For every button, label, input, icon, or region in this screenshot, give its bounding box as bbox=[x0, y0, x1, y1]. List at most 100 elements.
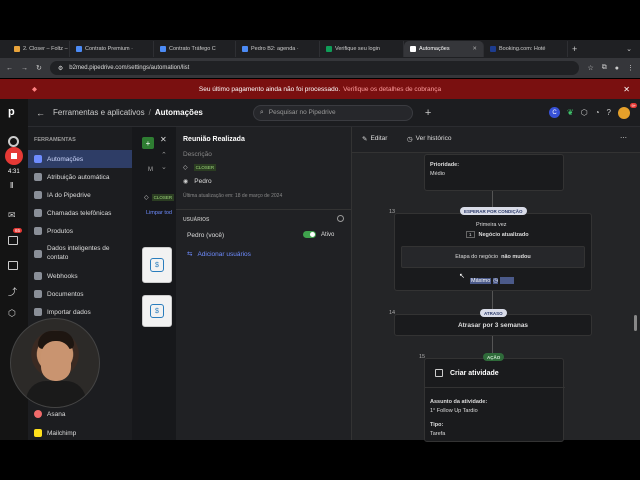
browser-menu-icon[interactable]: ⋮ bbox=[627, 64, 634, 72]
browser-tab-2[interactable]: Contrato Premium · bbox=[70, 41, 154, 57]
event-count: 1 bbox=[466, 231, 475, 238]
pipedrive-logo-icon[interactable]: p bbox=[8, 106, 15, 118]
info-icon[interactable] bbox=[337, 215, 344, 222]
pencil-icon: ✎ bbox=[362, 136, 368, 143]
close-panel-icon[interactable]: ✕ bbox=[160, 135, 167, 144]
notifications-icon[interactable]: 9+ bbox=[618, 102, 637, 119]
reload-icon[interactable]: ↻ bbox=[36, 64, 42, 72]
add-users-link[interactable]: ⇆ Adicionar usuários bbox=[187, 250, 251, 259]
mailchimp-icon bbox=[34, 429, 42, 437]
tab-favicon-icon bbox=[76, 46, 82, 52]
document-icon bbox=[34, 290, 42, 298]
browser-tab-5[interactable]: Verifique seu login bbox=[320, 41, 404, 57]
wait-condition-badge: ESPERAR POR CONDIÇÃO bbox=[460, 207, 527, 215]
delay-node[interactable]: Atrasar por 3 semanas bbox=[394, 314, 592, 336]
forward-icon[interactable]: → bbox=[21, 65, 28, 72]
help-icon[interactable]: ? bbox=[607, 108, 611, 117]
user-active-toggle[interactable] bbox=[303, 231, 316, 238]
browser-tab-7[interactable]: Booking.com: Hoté bbox=[484, 41, 568, 57]
marketplace-icon[interactable]: ⬡ bbox=[581, 108, 588, 117]
field-node-top[interactable]: Prioridade: Médio bbox=[424, 154, 564, 191]
notifications-badge: 9+ bbox=[630, 102, 637, 108]
insights-icon[interactable]: ⤴ bbox=[8, 285, 17, 298]
calendar-icon[interactable] bbox=[8, 236, 18, 245]
new-tab-icon[interactable]: + bbox=[572, 44, 577, 54]
sidebar-item-atribuicao[interactable]: Atribuição automática bbox=[28, 168, 132, 186]
sidebar-item-webhooks[interactable]: Webhooks bbox=[28, 267, 132, 285]
browser-tab-1[interactable]: 2. Closer – Foltz – bbox=[8, 41, 70, 57]
url-field[interactable]: ⚙ b2med.pipedrive.com/settings/automation… bbox=[49, 61, 580, 75]
extensions-icon[interactable]: ⧉ bbox=[602, 64, 607, 72]
sidebar-item-asana[interactable]: Asana bbox=[28, 405, 132, 423]
automation-card[interactable]: $ bbox=[142, 295, 172, 327]
max-wait-row[interactable]: Máximo ◷ bbox=[470, 277, 515, 284]
browser-tab-3[interactable]: Contrato Tráfego C bbox=[154, 41, 236, 57]
back-icon[interactable]: ← bbox=[6, 65, 13, 72]
automation-title[interactable]: Reunião Realizada bbox=[183, 136, 245, 143]
canvas-scrollbar[interactable] bbox=[634, 315, 637, 331]
browser-tab-bar: 2. Closer – Foltz – Contrato Premium · C… bbox=[0, 40, 640, 58]
tab-favicon-icon bbox=[326, 46, 332, 52]
close-tab-icon[interactable]: ✕ bbox=[472, 46, 477, 52]
assignment-icon bbox=[34, 173, 42, 181]
sidebar-item-automacoes[interactable]: Automações bbox=[28, 150, 132, 168]
tab-search-icon[interactable]: ⌄ bbox=[626, 45, 632, 53]
ai-icon bbox=[34, 191, 42, 199]
filter-tag: ◇ CLOSER bbox=[144, 194, 175, 201]
sidebar-item-mailchimp[interactable]: Mailchimp bbox=[28, 424, 132, 442]
tag-icon: ◇ bbox=[144, 195, 149, 201]
breadcrumb-separator: / bbox=[148, 108, 151, 117]
presenter-face bbox=[41, 341, 71, 381]
user-name: Pedro (você) bbox=[187, 232, 225, 239]
products-icon[interactable]: ⬡ bbox=[8, 308, 16, 319]
browser-tab-active[interactable]: Automações ✕ bbox=[404, 41, 484, 57]
bookmark-icon[interactable]: ☆ bbox=[587, 64, 593, 72]
app-leaf-icon[interactable]: ❦ bbox=[567, 108, 574, 117]
pause-icon[interactable]: ‖ bbox=[10, 181, 13, 190]
app-c-icon[interactable]: C bbox=[549, 107, 561, 118]
close-banner-icon[interactable]: ✕ bbox=[623, 85, 630, 94]
tab-favicon-icon bbox=[242, 46, 248, 52]
sidebar-item-documentos[interactable]: Documentos bbox=[28, 285, 132, 303]
search-input[interactable]: ⌕ Pesquisar no Pipedrive bbox=[252, 104, 413, 121]
tag-icon: ◇ bbox=[183, 165, 188, 171]
compass-icon[interactable] bbox=[8, 136, 19, 147]
sidebar-item-dados[interactable]: Dados inteligentes de contato bbox=[28, 240, 132, 267]
box-icon bbox=[34, 227, 42, 235]
site-info-icon[interactable]: ⚙ bbox=[58, 65, 63, 72]
profile-icon[interactable]: ● bbox=[615, 65, 619, 72]
mail-icon[interactable]: ✉ bbox=[8, 210, 16, 221]
clear-filters-link[interactable]: Limpar tod bbox=[146, 210, 172, 216]
list-text-fragment: M bbox=[148, 167, 153, 173]
campaigns-icon[interactable] bbox=[8, 261, 18, 270]
search-icon: ⌕ bbox=[259, 108, 264, 116]
billing-details-link[interactable]: Verifique os detalhes de cobrança bbox=[343, 86, 441, 93]
collapse-up-icon[interactable]: ⌃ bbox=[161, 151, 167, 159]
sidebar-item-chamadas[interactable]: Chamadas telefônicas bbox=[28, 204, 132, 222]
more-options-icon[interactable]: ⋯ bbox=[620, 134, 627, 142]
create-automation-button[interactable]: + bbox=[142, 137, 154, 149]
condition-box[interactable]: Etapa do negócio não mudou bbox=[401, 246, 585, 268]
history-button[interactable]: ◷ Ver histórico bbox=[407, 135, 451, 143]
sales-assistant-icon[interactable]: ◔ bbox=[595, 108, 600, 117]
closer-tag[interactable]: CLOSER bbox=[193, 164, 217, 171]
automation-card[interactable]: $ bbox=[142, 247, 172, 283]
sidebar-item-ia[interactable]: IA do Pipedrive bbox=[28, 186, 132, 204]
import-icon bbox=[34, 308, 42, 316]
tag-row: ◇ CLOSER bbox=[183, 164, 217, 171]
edit-button[interactable]: ✎ Editar bbox=[362, 135, 387, 143]
app-header: ← Ferramentas e aplicativos / Automações… bbox=[28, 99, 640, 127]
sidebar-section-title: FERRAMENTAS bbox=[34, 137, 76, 143]
back-arrow-icon[interactable]: ← bbox=[36, 108, 45, 118]
description-field[interactable]: Descrição bbox=[183, 151, 212, 158]
deal-icon: $ bbox=[150, 304, 164, 318]
record-stop-button[interactable] bbox=[5, 147, 23, 165]
collapse-down-icon[interactable]: ⌄ bbox=[161, 163, 167, 171]
browser-tab-4[interactable]: Pedro B2: agenda · bbox=[236, 41, 320, 57]
breadcrumb-parent[interactable]: Ferramentas e aplicativos bbox=[53, 108, 145, 117]
clock-icon: ◷ bbox=[493, 277, 499, 284]
payment-warning-banner: ◆ Seu último pagamento ainda não foi pro… bbox=[0, 79, 640, 99]
action-node[interactable]: Criar atividade Assunto da atividade: 1°… bbox=[424, 358, 565, 442]
quick-add-icon[interactable]: + bbox=[425, 107, 431, 119]
sidebar-item-produtos[interactable]: Produtos bbox=[28, 222, 132, 240]
